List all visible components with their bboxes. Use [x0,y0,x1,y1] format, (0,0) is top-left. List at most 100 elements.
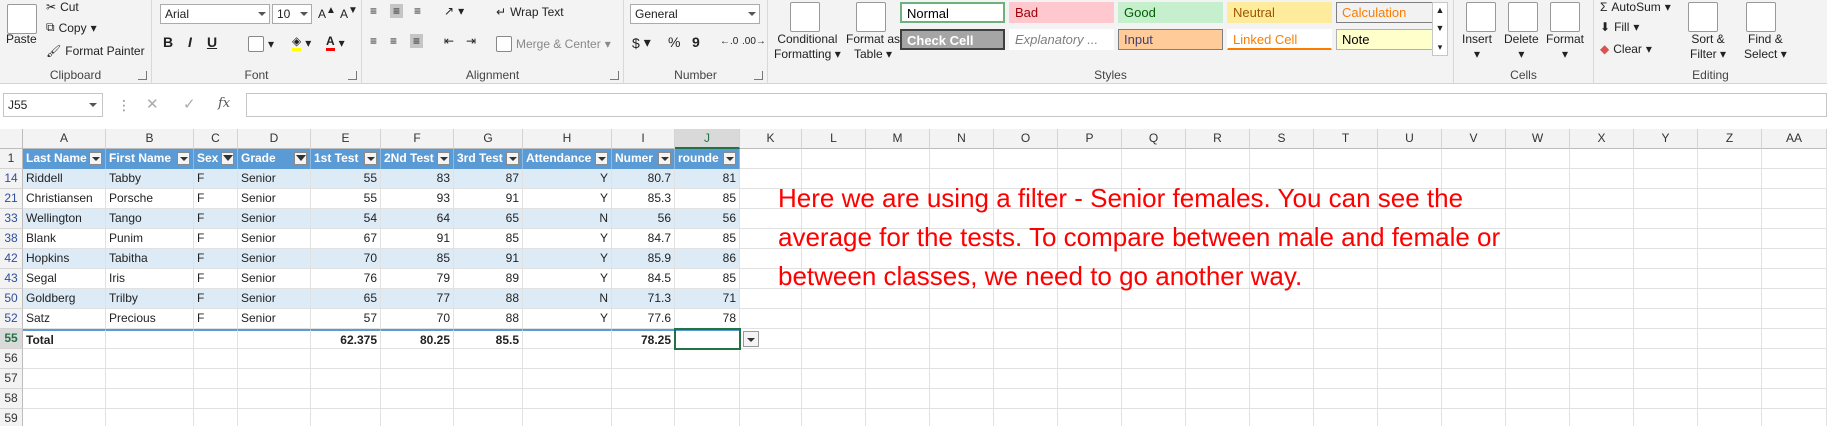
table-cell[interactable]: Senior [238,289,311,309]
row-header[interactable]: 38 [0,229,23,249]
total-cell[interactable] [106,329,194,349]
table-cell[interactable]: Y [523,269,612,289]
empty-cell[interactable] [802,149,866,169]
column-header[interactable]: R [1186,129,1250,149]
empty-cell[interactable] [106,409,194,426]
empty-cell[interactable] [675,369,740,389]
row-header[interactable]: 33 [0,209,23,229]
table-cell[interactable]: 91 [381,229,454,249]
empty-cell[interactable] [1570,249,1634,269]
table-cell[interactable]: Goldberg [23,289,106,309]
table-cell[interactable]: 78 [675,309,740,329]
empty-cell[interactable] [1570,169,1634,189]
check-icon[interactable]: ✓ [183,95,196,113]
empty-cell[interactable] [1698,349,1762,369]
font-color-button[interactable]: A ▾ [326,34,345,51]
table-cell[interactable]: 55 [311,169,381,189]
column-header[interactable]: V [1442,129,1506,149]
cell-style-5[interactable]: Check Cell [900,29,1005,50]
empty-cell[interactable] [1314,389,1378,409]
filter-dropdown-icon[interactable] [595,152,608,165]
number-launcher-icon[interactable] [754,71,763,80]
empty-cell[interactable] [1634,289,1698,309]
table-cell[interactable]: 67 [311,229,381,249]
column-header[interactable]: J [675,129,740,149]
empty-cell[interactable] [194,349,238,369]
empty-cell[interactable] [454,409,523,426]
empty-cell[interactable] [194,409,238,426]
empty-cell[interactable] [1570,309,1634,329]
empty-cell[interactable] [1762,149,1827,169]
empty-cell[interactable] [106,369,194,389]
empty-cell[interactable] [1698,189,1762,209]
table-cell[interactable]: 65 [311,289,381,309]
table-cell[interactable]: 89 [454,269,523,289]
row-header[interactable]: 55 [0,329,23,349]
filter-dropdown-icon[interactable] [506,152,519,165]
wrap-text-button[interactable]: ↵ Wrap Text [496,5,564,19]
empty-cell[interactable] [994,329,1058,349]
empty-cell[interactable] [1570,229,1634,249]
empty-cell[interactable] [1506,309,1570,329]
table-header-cell[interactable]: Sex [194,149,238,169]
table-cell[interactable]: 76 [311,269,381,289]
empty-cell[interactable] [994,389,1058,409]
empty-cell[interactable] [1698,229,1762,249]
table-cell[interactable]: Senior [238,269,311,289]
empty-cell[interactable] [994,309,1058,329]
row-header[interactable]: 1 [0,149,23,169]
empty-cell[interactable] [1698,389,1762,409]
empty-cell[interactable] [930,309,994,329]
empty-cell[interactable] [930,389,994,409]
cell-style-6[interactable]: Explanatory ... [1009,29,1114,50]
empty-cell[interactable] [866,349,930,369]
empty-cell[interactable] [1698,269,1762,289]
empty-cell[interactable] [866,309,930,329]
empty-cell[interactable] [1314,369,1378,389]
row-header[interactable]: 52 [0,309,23,329]
table-cell[interactable]: Y [523,249,612,269]
column-header[interactable]: T [1314,129,1378,149]
cell-style-0[interactable]: Normal [900,2,1005,23]
filter-dropdown-icon[interactable] [437,152,450,165]
column-header[interactable]: K [740,129,802,149]
clear-button[interactable]: ◆ Clear ▾ [1600,42,1652,56]
table-cell[interactable]: Hopkins [23,249,106,269]
empty-cell[interactable] [994,349,1058,369]
column-header[interactable]: P [1058,129,1122,149]
empty-cell[interactable] [1634,369,1698,389]
table-cell[interactable]: Y [523,169,612,189]
currency-button[interactable]: $ ▾ [632,34,651,51]
empty-cell[interactable] [1122,409,1186,426]
empty-cell[interactable] [1186,329,1250,349]
total-cell[interactable]: 80.25 [381,329,454,349]
clipboard-launcher-icon[interactable] [138,71,147,80]
empty-cell[interactable] [1058,389,1122,409]
empty-cell[interactable] [1634,169,1698,189]
cancel-icon[interactable]: ✕ [146,95,159,113]
total-cell[interactable] [523,329,612,349]
empty-cell[interactable] [802,409,866,426]
table-cell[interactable]: F [194,289,238,309]
table-cell[interactable]: 64 [381,209,454,229]
empty-cell[interactable] [1378,369,1442,389]
empty-cell[interactable] [238,409,311,426]
empty-cell[interactable] [1698,249,1762,269]
table-cell[interactable]: 85 [675,269,740,289]
format-painter-button[interactable]: 🖌 Format Painter [46,44,145,58]
column-header[interactable]: S [1250,129,1314,149]
empty-cell[interactable] [1762,349,1827,369]
empty-cell[interactable] [1186,149,1250,169]
insert-button[interactable]: Insert ▾ [1462,32,1492,62]
filter-dropdown-icon[interactable] [364,152,377,165]
table-cell[interactable]: 65 [454,209,523,229]
empty-cell[interactable] [1634,209,1698,229]
empty-cell[interactable] [1442,149,1506,169]
filter-dropdown-icon[interactable] [723,152,736,165]
empty-cell[interactable] [1634,189,1698,209]
empty-cell[interactable] [740,149,802,169]
empty-cell[interactable] [1698,149,1762,169]
column-header[interactable]: G [454,129,523,149]
row-header[interactable]: 21 [0,189,23,209]
table-cell[interactable]: 85 [675,189,740,209]
